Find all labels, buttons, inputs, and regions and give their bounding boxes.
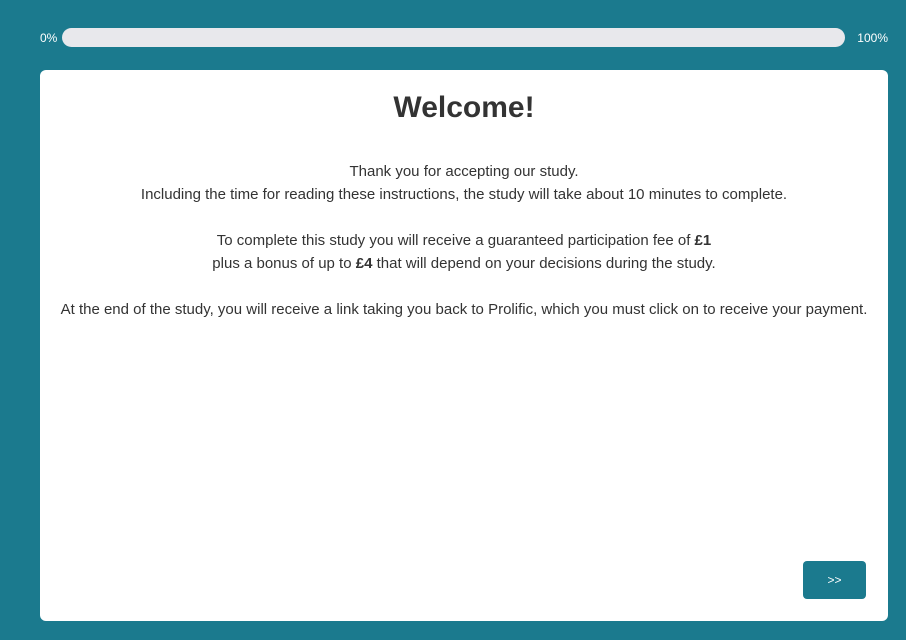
progress-bar-row: 0% 100% [0,27,906,49]
bonus-line-prefix: plus a bonus of up to [212,255,356,272]
duration-line: Including the time for reading these ins… [140,186,788,203]
completion-paragraph: At the end of the study, you will receiv… [60,301,868,318]
payment-paragraph: To complete this study you will receive … [60,229,868,275]
bonus-line-suffix: that will depend on your decisions durin… [372,255,716,272]
fee-amount: £1 [694,232,712,249]
next-button[interactable]: >> [803,561,866,599]
fee-line-text: To complete this study you will receive … [216,232,695,249]
thanks-line: Thank you for accepting our study. [349,163,579,180]
intro-paragraph: Thank you for accepting our study. Inclu… [60,160,868,206]
instructions-card: Welcome! Thank you for accepting our stu… [40,70,888,621]
bonus-amount: £4 [355,255,373,272]
page-title: Welcome! [393,91,535,124]
instructions-text: Thank you for accepting our study. Inclu… [60,160,868,344]
progress-min-label: 0% [40,31,58,45]
progress-max-label: 100% [857,31,888,45]
progress-track [62,28,845,47]
